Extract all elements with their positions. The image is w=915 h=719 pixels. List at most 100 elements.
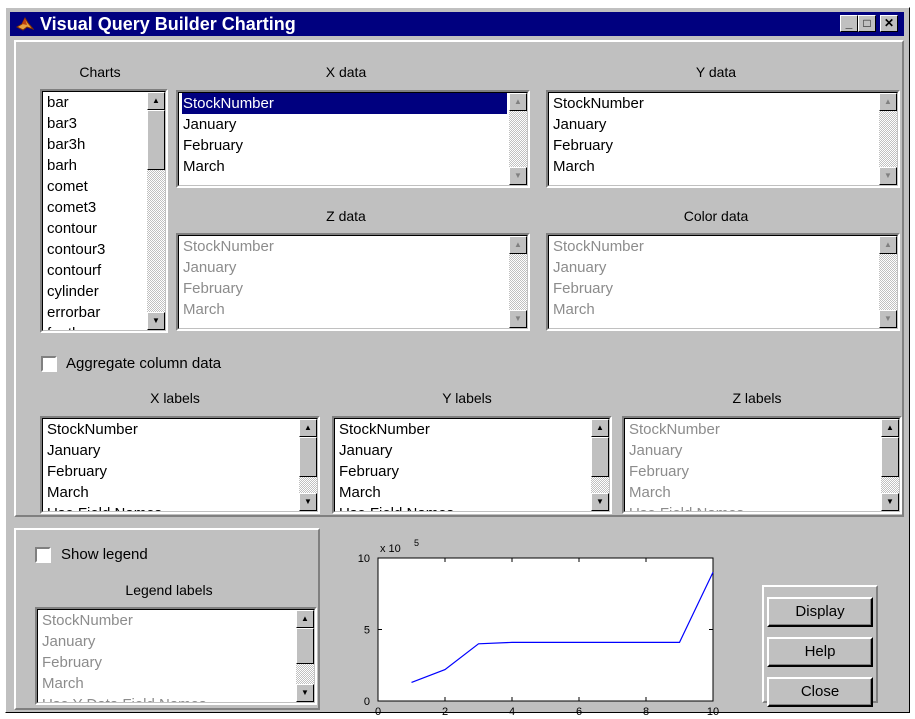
scroll-down-arrow-icon: ▼ [509,167,527,185]
z-labels-listbox: StockNumberJanuaryFebruaryMarchUse Field… [622,416,902,514]
list-item[interactable]: February [338,461,589,482]
charts-listbox[interactable]: bar bar3 bar3h barh comet comet3 contour contou… [40,89,168,333]
scroll-up-arrow-icon: ▲ [509,93,527,111]
list-item[interactable]: February [552,135,877,156]
x-labels-scrollbar[interactable]: ▲ ▼ [299,419,317,511]
x-tick-label: 2 [442,706,448,718]
list-item[interactable]: Use Field Names [338,503,589,511]
window-title: Visual Query Builder Charting [40,14,296,34]
list-item[interactable]: StockNumber [338,419,589,440]
x-labels-label: X labels [150,390,200,406]
list-item[interactable]: January [338,440,589,461]
list-item[interactable]: StockNumber [182,236,507,257]
y-data-listbox[interactable]: StockNumber January February March ▲ ▼ [546,90,900,188]
list-item[interactable]: January [46,440,297,461]
list-item[interactable]: January [41,631,294,652]
close-button[interactable]: Close [767,677,873,707]
scroll-up-arrow-icon: ▲ [509,236,527,254]
close-window-button[interactable]: ✕ [880,15,898,32]
x-labels-listbox[interactable]: StockNumberJanuaryFebruaryMarchUse Field… [40,416,320,514]
exponent-power: 5 [414,538,419,548]
list-item[interactable]: StockNumber [46,419,297,440]
list-item[interactable]: March [41,673,294,694]
scroll-thumb[interactable] [299,437,317,477]
scroll-thumb[interactable] [147,110,165,170]
charts-scrollbar[interactable]: ▲ ▼ [147,92,165,330]
list-item[interactable]: Use Field Names [46,503,297,511]
list-item[interactable]: February [46,461,297,482]
legend-labels-list: StockNumberJanuaryFebruaryMarchUse Y Dat… [41,610,294,702]
list-item[interactable]: February [182,278,507,299]
scroll-thumb[interactable] [591,437,609,477]
x-data-label: X data [325,64,367,80]
list-item[interactable]: February [41,652,294,673]
list-item[interactable]: February [628,461,879,482]
x-data-listbox[interactable]: StockNumber January February March ▲ ▼ [176,90,530,188]
list-item[interactable]: Use Field Names [628,503,879,511]
legend-labels-listbox: StockNumberJanuaryFebruaryMarchUse Y Dat… [35,607,317,705]
scroll-down-arrow-icon[interactable]: ▼ [591,493,609,511]
list-item[interactable]: comet [46,176,145,197]
list-item[interactable]: February [552,278,877,299]
list-item[interactable]: Use Y Data Field Names [41,694,294,702]
scroll-down-arrow-icon[interactable]: ▼ [299,493,317,511]
list-item[interactable]: comet3 [46,197,145,218]
scroll-up-arrow-icon[interactable]: ▲ [299,419,317,437]
list-item[interactable]: StockNumber [41,610,294,631]
display-button[interactable]: Display [767,597,873,627]
color-data-label: Color data [683,208,749,224]
list-item[interactable]: cylinder [46,281,145,302]
list-item[interactable]: StockNumber [182,93,507,114]
list-item[interactable]: March [628,482,879,503]
scroll-thumb [881,437,899,477]
x-data-scrollbar: ▲ ▼ [509,93,527,185]
list-item[interactable]: contourf [46,260,145,281]
list-item[interactable]: barh [46,155,145,176]
list-item[interactable]: March [552,299,877,320]
scroll-down-arrow-icon[interactable]: ▼ [147,312,165,330]
list-item[interactable]: January [182,114,507,135]
scroll-down-arrow-icon: ▼ [509,310,527,328]
y-labels-scrollbar[interactable]: ▲ ▼ [591,419,609,511]
scroll-up-arrow-icon[interactable]: ▲ [147,92,165,110]
scroll-up-arrow-icon[interactable]: ▲ [591,419,609,437]
x-labels-list: StockNumberJanuaryFebruaryMarchUse Field… [46,419,297,511]
z-data-list: StockNumber January February March [182,236,507,320]
list-item[interactable]: bar3 [46,113,145,134]
y-labels-listbox[interactable]: StockNumberJanuaryFebruaryMarchUse Field… [332,416,612,514]
list-item[interactable]: January [182,257,507,278]
list-item[interactable]: bar3h [46,134,145,155]
list-item[interactable]: contour3 [46,239,145,260]
maximize-button[interactable]: □ [858,15,876,32]
list-item[interactable]: StockNumber [552,236,877,257]
list-item[interactable]: January [552,114,877,135]
list-item[interactable]: StockNumber [552,93,877,114]
list-item[interactable]: bar [46,92,145,113]
color-data-scrollbar: ▲ ▼ [879,236,897,328]
aggregate-checkbox[interactable] [41,356,57,372]
show-legend-checkbox[interactable] [35,547,51,563]
list-item[interactable]: March [182,156,507,177]
show-legend-label: Show legend [61,546,148,563]
exponent-label: x 10 [380,543,401,555]
list-item[interactable]: contour [46,218,145,239]
y-data-list: StockNumber January February March [552,93,877,177]
x-tick-label: 4 [509,706,515,718]
title-bar: Visual Query Builder Charting _ □ ✕ [10,12,904,36]
x-tick-label: 10 [707,706,719,718]
scroll-up-arrow-icon: ▲ [879,93,897,111]
list-item[interactable]: March [552,156,877,177]
minimize-button[interactable]: _ [840,15,858,32]
list-item[interactable]: January [552,257,877,278]
list-item[interactable]: March [182,299,507,320]
list-item[interactable]: errorbar [46,302,145,323]
list-item[interactable]: StockNumber [628,419,879,440]
list-item[interactable]: March [46,482,297,503]
main-window: Visual Query Builder Charting _ □ ✕ Char… [5,7,910,718]
list-item[interactable]: February [182,135,507,156]
list-item[interactable]: March [338,482,589,503]
charts-label: Charts [79,64,121,80]
list-item[interactable]: January [628,440,879,461]
help-button[interactable]: Help [767,637,873,667]
list-item[interactable]: feather [46,323,145,330]
